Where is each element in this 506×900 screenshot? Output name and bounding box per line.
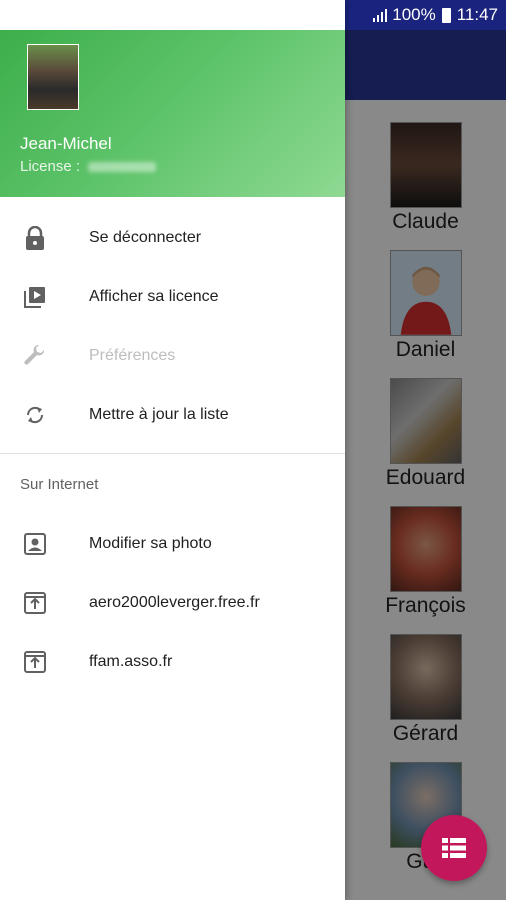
battery-icon bbox=[441, 7, 451, 23]
license-info: License : bbox=[20, 158, 157, 175]
menu-item-logout[interactable]: Se déconnecter bbox=[0, 208, 345, 267]
lock-icon bbox=[22, 225, 48, 251]
menu-item-preferences: Préférences bbox=[0, 326, 345, 385]
open-link-icon bbox=[22, 590, 48, 616]
sync-icon bbox=[22, 402, 48, 428]
signal-icon bbox=[373, 9, 388, 22]
menu-item-label: ffam.asso.fr bbox=[89, 652, 173, 670]
menu-item-update-list[interactable]: Mettre à jour la liste bbox=[0, 385, 345, 444]
list-fab-button[interactable] bbox=[421, 815, 487, 881]
menu-item-label: Modifier sa photo bbox=[89, 534, 212, 552]
menu-item-label: Se déconnecter bbox=[89, 228, 202, 246]
menu-item-edit-photo[interactable]: Modifier sa photo bbox=[0, 514, 345, 573]
list-icon bbox=[442, 838, 466, 858]
clock: 11:47 bbox=[456, 5, 498, 24]
battery-percentage: 100% bbox=[392, 5, 436, 24]
section-title-internet: Sur Internet bbox=[20, 476, 99, 493]
menu-divider bbox=[0, 453, 345, 454]
license-number-redacted bbox=[88, 162, 157, 173]
user-name: Jean-Michel bbox=[20, 134, 112, 153]
status-indicators: 100% 11:47 bbox=[372, 5, 498, 25]
drawer-header: Jean-Michel License : bbox=[0, 30, 345, 197]
license-label: License : bbox=[20, 158, 81, 175]
menu-item-label: Afficher sa licence bbox=[89, 287, 219, 305]
portrait-icon bbox=[22, 531, 48, 557]
menu-item-label: aero2000leverger.free.fr bbox=[89, 593, 260, 611]
menu-item-ffam-website[interactable]: ffam.asso.fr bbox=[0, 632, 345, 691]
open-link-icon bbox=[22, 649, 48, 675]
play-library-icon bbox=[22, 284, 48, 310]
wrench-icon bbox=[22, 343, 48, 369]
menu-item-club-website[interactable]: aero2000leverger.free.fr bbox=[0, 573, 345, 632]
menu-item-label: Mettre à jour la liste bbox=[89, 405, 229, 423]
drawer-scrim[interactable] bbox=[345, 30, 506, 900]
menu-item-label: Préférences bbox=[89, 346, 176, 364]
navigation-drawer: Jean-Michel License : Se déconnecter Aff… bbox=[0, 0, 345, 900]
menu-item-show-license[interactable]: Afficher sa licence bbox=[0, 267, 345, 326]
avatar[interactable] bbox=[27, 44, 79, 110]
